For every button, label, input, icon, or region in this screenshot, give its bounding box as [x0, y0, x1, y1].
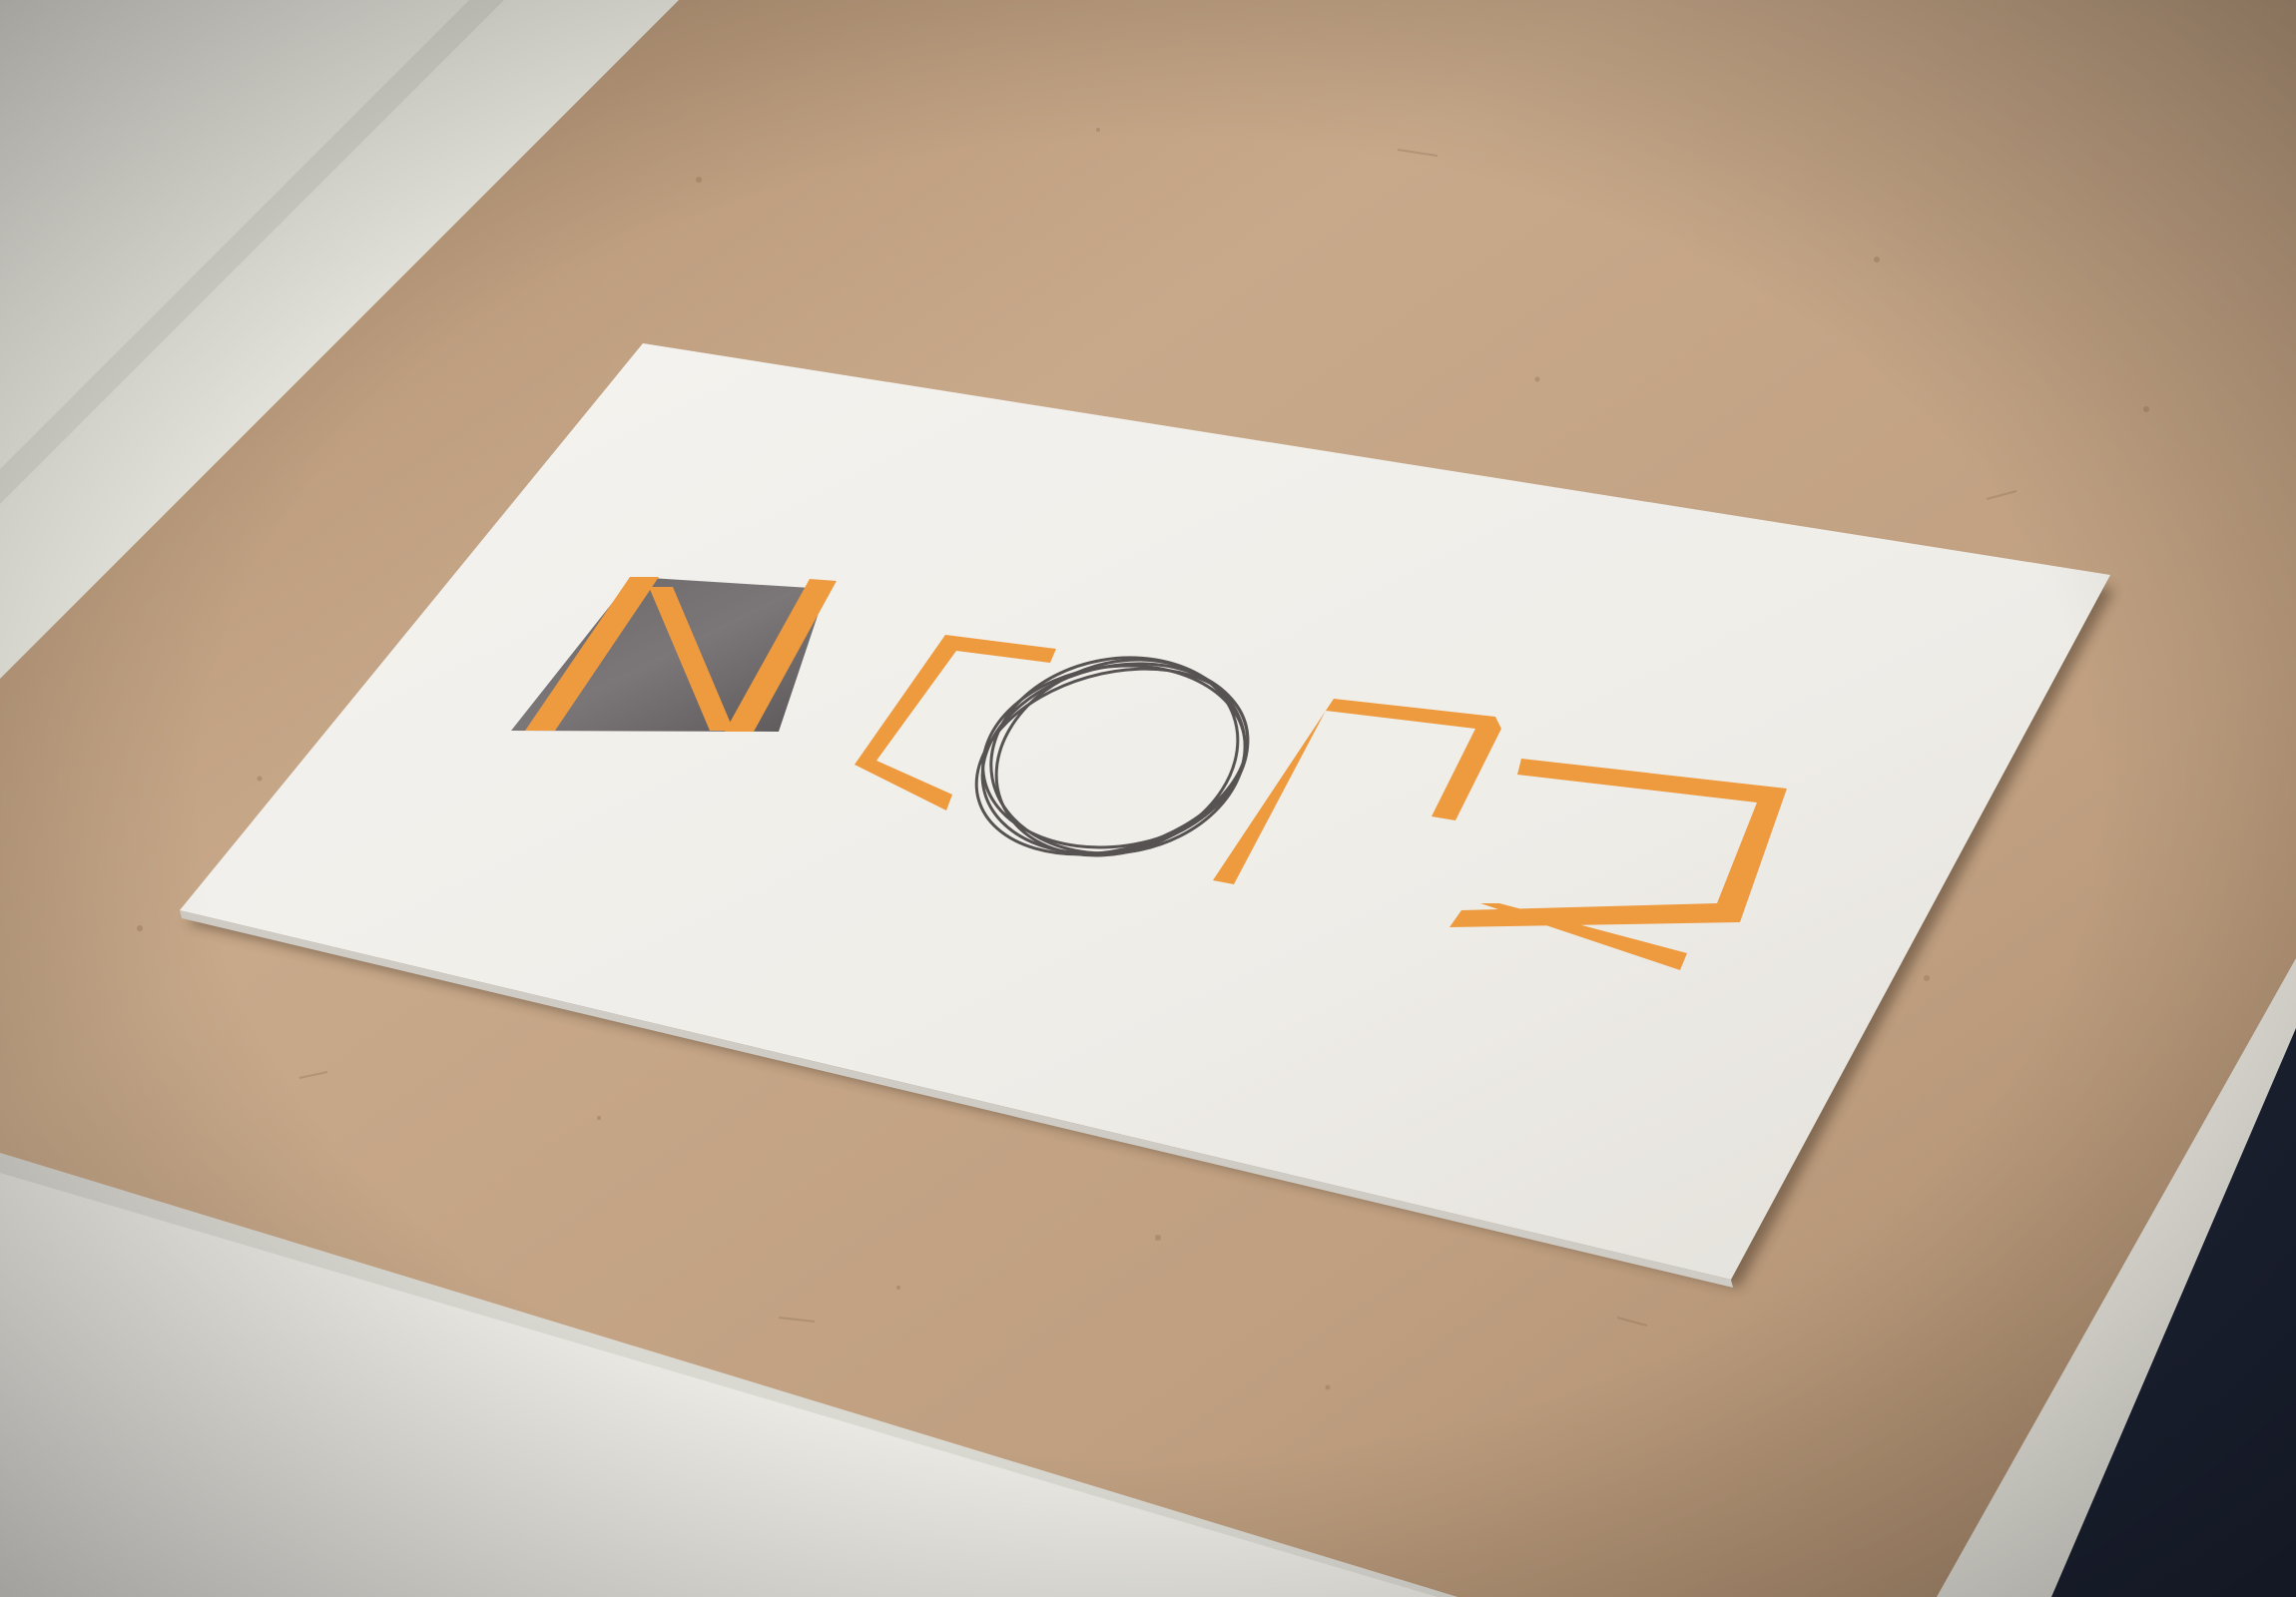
mockup-photo	[0, 0, 2296, 1597]
photo-vignette	[0, 0, 2296, 1597]
photo-canvas	[0, 0, 2296, 1597]
